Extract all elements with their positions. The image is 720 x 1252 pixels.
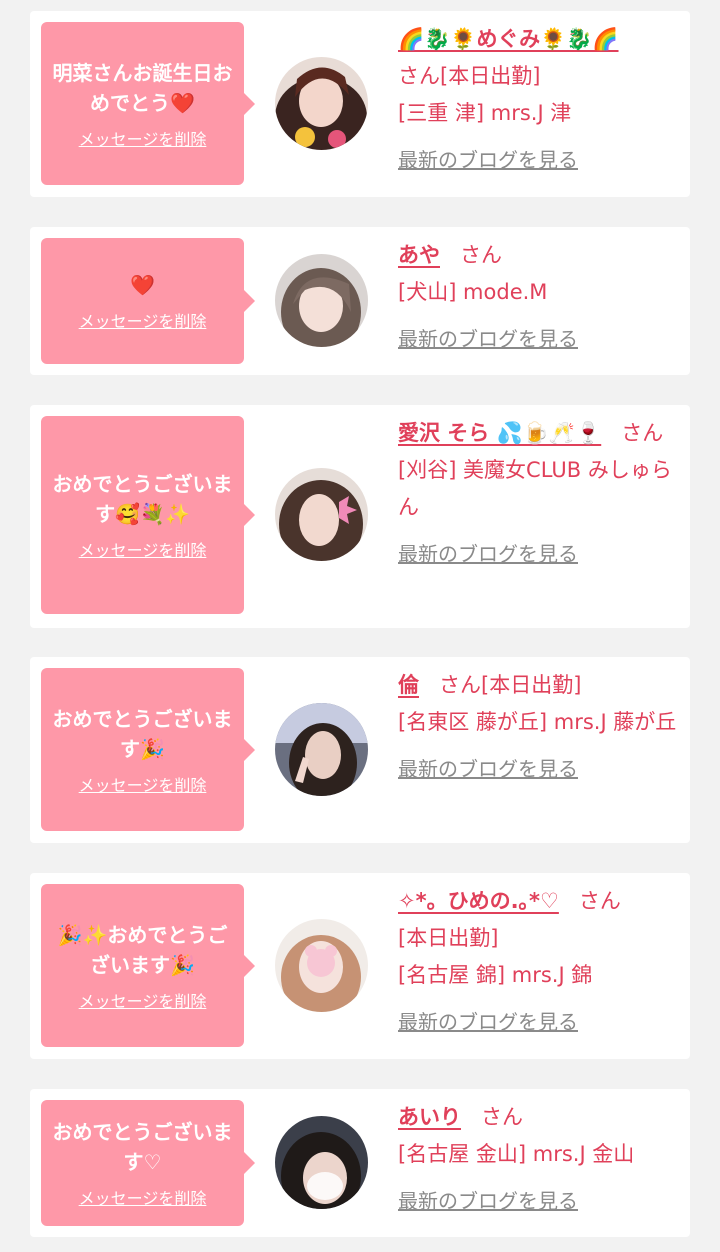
cast-name-link[interactable]: あや [398,243,440,267]
avatar-photo [275,468,368,561]
message-bubble: ❤️ メッセージを削除 [41,238,255,364]
cast-info: あや さん [犬山] mode.M 最新のブログを見る [398,237,678,358]
latest-blog-link[interactable]: 最新のブログを見る [398,1183,578,1220]
avatar-photo [275,57,368,150]
avatar-photo [275,703,368,796]
latest-blog-link[interactable]: 最新のブログを見る [398,536,578,573]
avatar-photo [275,254,368,347]
avatar-photo [275,919,368,1012]
delete-message-link[interactable]: メッセージを削除 [79,772,207,796]
delete-message-link[interactable]: メッセージを削除 [79,308,207,332]
cast-shop: [名東区 藤が丘] mrs.J 藤が丘 [398,710,677,734]
cast-shop: [犬山] mode.M [398,280,548,304]
cast-shop: [三重 津] mrs.J 津 [398,101,572,125]
cast-status: さん[本日出勤] [398,64,541,88]
delete-message-link[interactable]: メッセージを削除 [79,537,207,561]
message-text: 明菜さんお誕生日おめでとう❤️ [52,60,233,115]
message-text: 🎉✨おめでとうございます🎉 [57,922,228,977]
latest-blog-link[interactable]: 最新のブログを見る [398,321,578,358]
message-bubble: おめでとうございます♡ メッセージを削除 [41,1100,255,1226]
cast-status: [本日出勤] [398,926,499,950]
message-card: 明菜さんお誕生日おめでとう❤️ メッセージを削除 🌈🐉🌻めぐみ🌻🐉🌈 さん[本日… [30,11,690,197]
message-bubble: 🎉✨おめでとうございます🎉 メッセージを削除 [41,884,255,1047]
message-bubble: 明菜さんお誕生日おめでとう❤️ メッセージを削除 [41,22,255,185]
avatar[interactable] [275,919,368,1012]
message-card: おめでとうございます🥰💐✨ メッセージを削除 愛沢 そら 💦🍺🥂🍷 さん [刈谷]… [30,405,690,628]
message-text: ❤️ [130,273,155,297]
delete-message-link[interactable]: メッセージを削除 [79,988,207,1012]
cast-shop: [名古屋 錦] mrs.J 錦 [398,963,593,987]
delete-message-link[interactable]: メッセージを削除 [79,1185,207,1209]
honorific: さん[本日出勤] [439,673,582,697]
cast-name-link[interactable]: 倫 [398,673,419,697]
honorific: さん [621,421,664,445]
message-text: おめでとうございます🥰💐✨ [52,472,233,526]
avatar[interactable] [275,1116,368,1209]
cast-name-link[interactable]: 🌈🐉🌻めぐみ🌻🐉🌈 [398,27,619,51]
cast-info: 倫さん[本日出勤] [名東区 藤が丘] mrs.J 藤が丘 最新のブログを見る [398,667,678,788]
avatar[interactable] [275,57,368,150]
cast-info: ✧*。ひめの.｡*♡ さん [本日出勤] [名古屋 錦] mrs.J 錦 最新のブ… [398,883,678,1041]
message-card: ❤️ メッセージを削除 あや さん [犬山] mode.M 最新のブログを見る [30,227,690,375]
message-card: おめでとうございます🎉 メッセージを削除 倫さん[本日出勤] [名東区 藤が丘]… [30,657,690,843]
message-bubble: おめでとうございます🎉 メッセージを削除 [41,668,255,831]
honorific: さん [481,1105,523,1129]
latest-blog-link[interactable]: 最新のブログを見る [398,1004,578,1041]
message-bubble: おめでとうございます🥰💐✨ メッセージを削除 [41,416,255,614]
avatar[interactable] [275,703,368,796]
latest-blog-link[interactable]: 最新のブログを見る [398,751,578,788]
message-text: おめでとうございます🎉 [52,706,233,761]
cast-info: あいり さん [名古屋 金山] mrs.J 金山 最新のブログを見る [398,1099,678,1220]
avatar-photo [275,1116,368,1209]
honorific: さん [578,889,621,913]
cast-name-link[interactable]: 愛沢 そら 💦🍺🥂🍷 [398,421,601,445]
cast-name-link[interactable]: ✧*。ひめの.｡*♡ [398,889,559,913]
honorific: さん [460,243,502,267]
message-card: 🎉✨おめでとうございます🎉 メッセージを削除 ✧*。ひめの.｡*♡ さん [本日出… [30,873,690,1059]
message-text: おめでとうございます♡ [52,1120,233,1174]
cast-name-link[interactable]: あいり [398,1105,461,1129]
cast-info: 愛沢 そら 💦🍺🥂🍷 さん [刈谷] 美魔女CLUB みしゅらん 最新のブログを見… [398,415,678,573]
avatar[interactable] [275,468,368,561]
message-card: おめでとうございます♡ メッセージを削除 あいり さん [名古屋 金山] mrs.… [30,1089,690,1237]
cast-shop: [刈谷] 美魔女CLUB みしゅらん [398,458,672,519]
birthday-message-list: 明菜さんお誕生日おめでとう❤️ メッセージを削除 🌈🐉🌻めぐみ🌻🐉🌈 さん[本日… [0,0,720,1252]
delete-message-link[interactable]: メッセージを削除 [79,126,207,150]
cast-shop: [名古屋 金山] mrs.J 金山 [398,1142,635,1166]
latest-blog-link[interactable]: 最新のブログを見る [398,142,578,179]
cast-info: 🌈🐉🌻めぐみ🌻🐉🌈 さん[本日出勤] [三重 津] mrs.J 津 最新のブログ… [398,21,678,179]
avatar[interactable] [275,254,368,347]
